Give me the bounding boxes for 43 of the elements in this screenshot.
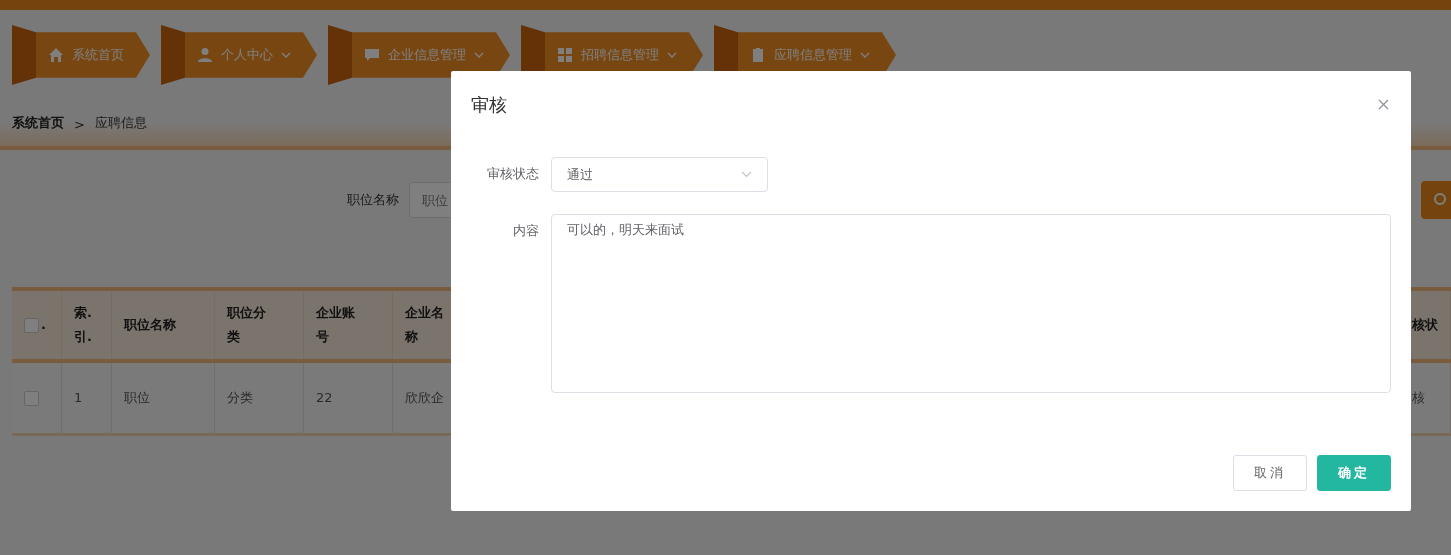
dialog-title: 审核 [471,93,507,117]
clipboard-icon [750,47,766,63]
search-label: 职位名称 [347,191,399,209]
cancel-button[interactable]: 取消 [1233,455,1307,491]
table-cell-text: 欣欣企 [405,389,444,407]
grid-icon [557,47,573,63]
breadcrumb-separator: > [74,117,85,132]
search-icon [1433,192,1449,208]
content-textarea[interactable]: 可以的，明天来面试 [551,214,1391,393]
nav-tab[interactable]: 个人中心 [161,25,317,85]
close-button[interactable] [1378,98,1389,110]
field-label: 内容 [512,222,539,240]
search-button[interactable] [1421,181,1451,219]
table-cell-text: 职位 [124,389,150,407]
chevron-icon [474,52,484,58]
table-cell-text: 1 [74,389,83,407]
nav-tab[interactable]: 企业信息管理 [328,25,510,85]
close-icon [1378,98,1389,110]
table-cell-text: 22 [316,389,333,407]
chevron-icon [281,52,291,58]
row-checkbox[interactable] [24,390,39,406]
column-header: 职位分类 [227,304,267,346]
column-header: 索.引. [74,304,93,346]
user-icon [197,47,213,63]
chevron-icon [741,171,752,178]
column-header: 职位名称 [124,316,176,334]
column-header: 核状 [1412,316,1438,334]
breadcrumb-link[interactable]: 系统首页 [12,114,64,132]
table-cell-text: 分类 [227,389,253,407]
nav-tab[interactable]: 系统首页 [12,25,150,85]
field-label: 审核状态 [486,165,539,183]
column-header: 企业账号 [316,304,356,346]
column-header: . [41,316,46,334]
breadcrumb-current: 应聘信息 [94,114,147,132]
confirm-button[interactable]: 确定 [1317,455,1391,491]
chevron-icon [667,52,677,58]
table-cell-text: 核 [1412,389,1425,407]
home-icon [48,47,64,63]
chat-icon [364,47,380,63]
select-all-checkbox[interactable] [24,317,39,333]
column-header: 企业名称 [405,304,445,346]
chevron-icon [860,52,870,58]
status-select[interactable]: 通过 [551,157,768,192]
